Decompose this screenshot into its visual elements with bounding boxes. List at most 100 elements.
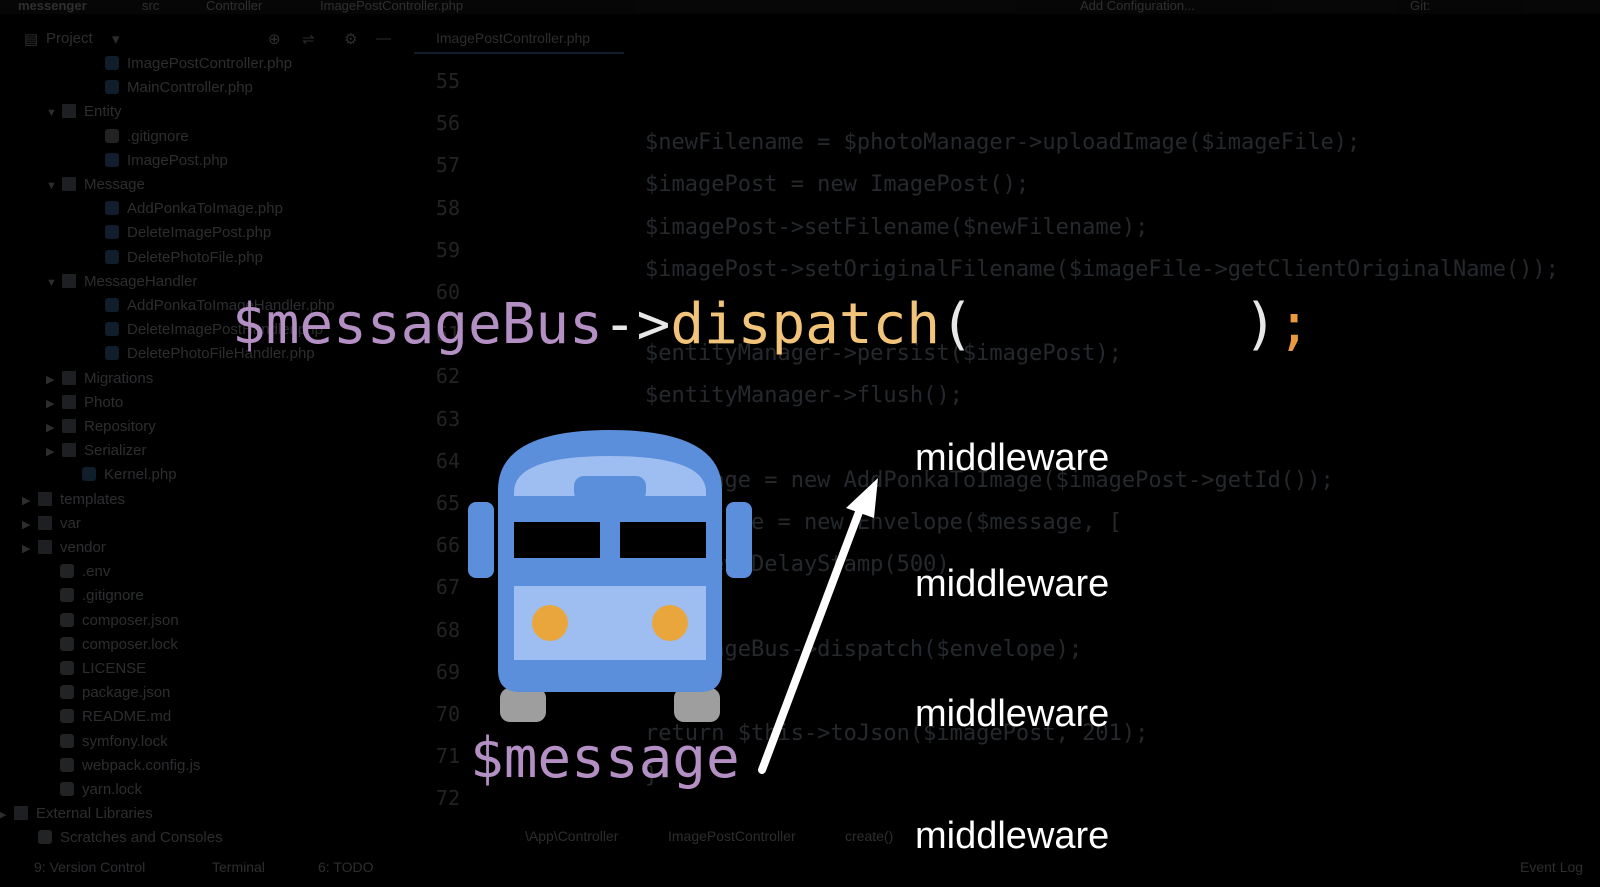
- tree-item-label: .gitignore: [82, 587, 144, 605]
- message-bus-var: $messageBus: [232, 292, 603, 357]
- tree-item[interactable]: AddPonkaToImage.php: [105, 197, 283, 221]
- project-panel-label[interactable]: Project: [46, 30, 93, 47]
- tree-item[interactable]: yarn.lock: [60, 778, 142, 802]
- tree-item[interactable]: Kernel.php: [82, 463, 177, 487]
- version-control-tab[interactable]: 9: Version Control: [34, 859, 145, 875]
- folder-icon: [38, 515, 52, 530]
- chevron-down-icon[interactable]: ▾: [112, 30, 120, 48]
- gear-icon[interactable]: ⚙: [344, 30, 357, 48]
- tree-item[interactable]: MainController.php: [105, 76, 253, 100]
- tree-item[interactable]: ▼ MessageHandler: [46, 270, 197, 294]
- chevron-down-icon[interactable]: ▼: [46, 174, 58, 198]
- code-breadcrumb-namespace[interactable]: \App\Controller: [525, 828, 618, 844]
- tree-item[interactable]: ImagePost.php: [105, 149, 228, 173]
- php-file-icon: [105, 56, 119, 70]
- tree-item[interactable]: ▶ templates: [22, 488, 125, 512]
- chevron-right-icon[interactable]: ▶: [46, 416, 58, 440]
- tree-item-label: .env: [82, 563, 111, 581]
- target-icon[interactable]: ⊕: [268, 30, 281, 48]
- status-bar: 9: Version Control Terminal 6: TODO Even…: [0, 855, 1600, 887]
- tree-item[interactable]: ▶ Photo: [46, 391, 123, 415]
- file-icon: [60, 661, 74, 675]
- php-file-icon: [105, 201, 119, 216]
- tree-item[interactable]: composer.json: [60, 609, 179, 633]
- tree-item[interactable]: ▶ Repository: [46, 415, 156, 439]
- folder-icon: [62, 177, 76, 191]
- code-line: $imagePost->setOriginalFilename($imageFi…: [645, 256, 1559, 282]
- tree-item[interactable]: DeletePhotoFile.php: [105, 246, 263, 270]
- project-name[interactable]: messenger: [18, 0, 87, 13]
- arrow-operator: ->: [602, 292, 671, 357]
- breadcrumb-file[interactable]: ImagePostController.php: [320, 0, 463, 13]
- chevron-right-icon[interactable]: ▶: [46, 392, 58, 416]
- git-label[interactable]: Git:: [1410, 0, 1430, 13]
- tree-item[interactable]: LICENSE: [60, 657, 146, 681]
- line-number: 58: [435, 195, 460, 220]
- bus-headlight-left: [532, 605, 568, 641]
- tree-item[interactable]: package.json: [60, 681, 170, 705]
- tree-item-label: Entity: [84, 103, 122, 121]
- line-number: 64: [435, 448, 460, 473]
- chevron-right-icon[interactable]: ▶: [22, 537, 34, 561]
- editor-tab[interactable]: ImagePostController.php: [414, 26, 624, 54]
- breadcrumb-src[interactable]: src: [142, 0, 159, 13]
- tree-item-label: Photo: [84, 393, 124, 411]
- chevron-right-icon[interactable]: ▶: [0, 803, 10, 827]
- close-paren: ): [1243, 292, 1278, 357]
- tree-item[interactable]: .gitignore: [60, 584, 144, 608]
- tree-item[interactable]: ▶ Migrations: [46, 367, 153, 391]
- hide-panel-icon[interactable]: —: [376, 30, 391, 47]
- bus-mirror-left: [468, 502, 494, 578]
- php-file-icon: [105, 152, 119, 167]
- tree-item-label: package.json: [82, 684, 171, 702]
- chevron-right-icon[interactable]: ▶: [22, 513, 34, 537]
- tree-item[interactable]: ▼ Entity: [46, 100, 122, 124]
- middleware-label-1: middleware: [915, 437, 1110, 479]
- file-icon: [60, 685, 74, 700]
- folder-icon: [38, 491, 52, 506]
- tree-item[interactable]: ▶ External Libraries: [0, 802, 153, 826]
- code-breadcrumb-method[interactable]: create(): [845, 828, 893, 844]
- chevron-down-icon[interactable]: ▼: [46, 271, 58, 295]
- chevron-down-icon[interactable]: ▼: [46, 101, 58, 125]
- tree-item[interactable]: ▶ var: [22, 512, 81, 536]
- folder-icon: [62, 273, 76, 288]
- bus-window-left: [514, 522, 600, 558]
- event-log-tab[interactable]: Event Log: [1520, 859, 1583, 875]
- tree-item[interactable]: README.md: [60, 705, 171, 729]
- add-configuration-button[interactable]: Add Configuration...: [1080, 0, 1195, 13]
- tree-item-label: vendor: [60, 539, 106, 556]
- project-panel-icon: ▤: [24, 31, 39, 48]
- line-number: 63: [435, 406, 460, 431]
- project-toolbar: ▤ Project ▾ ⊕ ⇌ ⚙ —: [0, 26, 420, 52]
- chevron-right-icon[interactable]: ▶: [22, 489, 34, 513]
- line-number: 67: [435, 575, 460, 600]
- line-number: 66: [435, 533, 460, 558]
- code-breadcrumb-class[interactable]: ImagePostController: [668, 828, 796, 844]
- message-variable: $message: [470, 726, 740, 791]
- tree-item[interactable]: Scratches and Consoles: [38, 826, 223, 850]
- tree-item[interactable]: ▼ Message: [46, 173, 145, 197]
- todo-tab[interactable]: 6: TODO: [318, 859, 374, 875]
- tree-item[interactable]: composer.lock: [60, 633, 178, 657]
- tree-item-label: Repository: [84, 418, 156, 435]
- folder-icon: [62, 104, 76, 119]
- tree-item[interactable]: DeleteImagePost.php: [105, 221, 271, 245]
- tree-item-label: AddPonkaToImage.php: [127, 200, 283, 218]
- tree-item[interactable]: webpack.config.js: [60, 754, 200, 778]
- tree-item[interactable]: symfony.lock: [60, 730, 168, 754]
- tree-item[interactable]: .gitignore: [105, 125, 189, 149]
- breadcrumb-controller[interactable]: Controller: [206, 0, 262, 13]
- tree-item-label: MessageHandler: [84, 272, 198, 290]
- terminal-tab[interactable]: Terminal: [212, 859, 265, 875]
- tree-item[interactable]: ▶ vendor: [22, 536, 106, 560]
- chevron-right-icon[interactable]: ▶: [46, 368, 58, 392]
- file-icon: [38, 830, 52, 845]
- tree-item-label: composer.lock: [82, 635, 178, 653]
- collapse-icon[interactable]: ⇌: [302, 30, 315, 48]
- chevron-right-icon[interactable]: ▶: [46, 440, 58, 464]
- tree-item[interactable]: ImagePostController.php: [105, 52, 292, 76]
- tree-item[interactable]: .env: [60, 560, 110, 584]
- tree-item[interactable]: ▶ Serializer: [46, 439, 147, 463]
- line-number: 62: [435, 364, 460, 389]
